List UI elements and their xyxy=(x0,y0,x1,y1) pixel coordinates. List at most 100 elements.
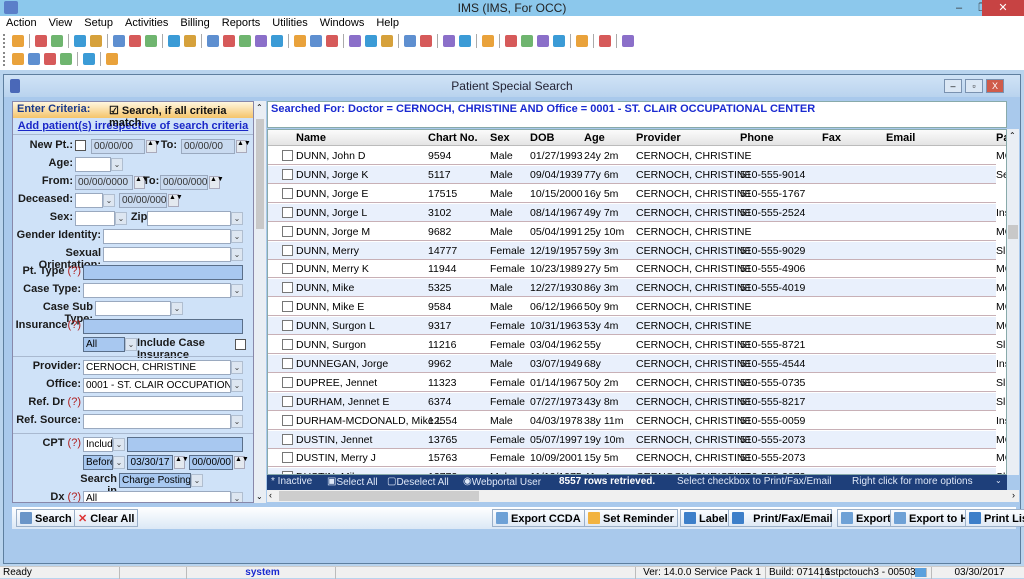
new-pt-from-field[interactable]: 00/00/00 xyxy=(91,139,145,154)
row-checkbox[interactable] xyxy=(282,376,293,388)
grid-hscroll-thumb[interactable] xyxy=(279,491,479,501)
first-record-icon[interactable] xyxy=(12,53,24,65)
print-list-button[interactable]: Print List xyxy=(965,509,1024,527)
insurance-help-icon[interactable]: (?) xyxy=(68,319,81,331)
sexual-orientation-select[interactable] xyxy=(103,247,231,262)
column-header-fax[interactable]: Fax xyxy=(822,132,841,144)
table-row[interactable]: DUSTIN, Jennet 13765 Female 05/07/1997 19y 1… xyxy=(268,430,1006,449)
table-row[interactable]: DUNN, Surgon 11216 Female 03/04/1962 55y CERN… xyxy=(268,336,1006,354)
note-edit-icon[interactable] xyxy=(90,35,102,47)
cpt-when-select[interactable]: Before xyxy=(83,455,113,470)
menu-reports[interactable]: Reports xyxy=(216,16,267,30)
row-checkbox[interactable] xyxy=(282,395,293,407)
include-case-insurance-checkbox[interactable] xyxy=(235,339,246,350)
dollar-icon[interactable] xyxy=(207,35,219,47)
export-button[interactable]: Export xyxy=(837,509,895,527)
table-row[interactable]: DUNN, Mike 5325 Male 12/27/1930 86y 3m CERNOC… xyxy=(268,279,1006,298)
row-checkbox[interactable] xyxy=(282,244,293,256)
grid-horizontal-scrollbar[interactable]: ‹ › xyxy=(267,490,1019,502)
zip-select[interactable] xyxy=(147,211,231,226)
row-checkbox[interactable] xyxy=(282,452,293,464)
people-icon[interactable] xyxy=(310,35,322,47)
search-in-select[interactable]: Charge Posting xyxy=(119,473,191,488)
dollar-doc-icon[interactable] xyxy=(223,35,235,47)
row-checkbox[interactable] xyxy=(282,320,293,332)
insurance-field[interactable] xyxy=(83,319,243,334)
office-select[interactable]: 0001 - ST. CLAIR OCCUPATIONAL CENT xyxy=(83,378,231,393)
email-icon[interactable] xyxy=(349,35,361,47)
select-all-button[interactable]: ▣ Select All xyxy=(327,476,378,488)
gender-identity-select[interactable] xyxy=(103,229,231,244)
ref-source-select[interactable] xyxy=(83,414,231,429)
user-check-icon[interactable] xyxy=(51,35,63,47)
table-row[interactable]: DUNNEGAN, Jorge 9962 Male 03/07/1949 68y CERN… xyxy=(268,354,1006,373)
row-checkbox[interactable] xyxy=(282,168,293,180)
table-row[interactable]: DUNN, Merry K 11944 Female 10/23/1989 27y 5m… xyxy=(268,260,1006,279)
table-row[interactable]: DUNN, Jorge L 3102 Male 08/14/1967 49y 7m CER… xyxy=(268,203,1006,222)
menu-view[interactable]: View xyxy=(43,16,79,30)
row-checkbox[interactable] xyxy=(282,225,293,237)
dx-scope-dropdown-icon[interactable]: ⌄ xyxy=(231,492,243,502)
column-header-pa[interactable]: Pa xyxy=(996,132,1006,144)
schedule-icon[interactable] xyxy=(404,35,416,47)
provider-dropdown-icon[interactable]: ⌄ xyxy=(231,361,243,374)
pt-type-help-icon[interactable]: (?) xyxy=(68,265,81,277)
dollar-users-icon[interactable] xyxy=(271,35,283,47)
row-checkbox[interactable] xyxy=(282,414,293,426)
shield-icon[interactable] xyxy=(145,35,157,47)
help-icon[interactable] xyxy=(576,35,588,47)
column-header-age[interactable]: Age xyxy=(584,132,605,144)
column-header-sex[interactable]: Sex xyxy=(490,132,510,144)
case-sub-type-dropdown-icon[interactable]: ⌄ xyxy=(171,302,183,315)
close-button[interactable]: ✕ xyxy=(982,0,1024,16)
export-ccda-button[interactable]: Export CCDA ▼ xyxy=(492,509,599,527)
user-edit-icon[interactable] xyxy=(35,35,47,47)
help-icon[interactable] xyxy=(83,53,95,65)
column-header-provider[interactable]: Provider xyxy=(636,132,681,144)
cpt-date-to-spinner[interactable]: ▲▼ xyxy=(234,456,249,469)
prev-record-icon[interactable] xyxy=(28,53,40,65)
cpt-date-from-field[interactable]: 03/30/17 xyxy=(127,455,173,470)
dx-scope-select[interactable]: All xyxy=(83,491,231,502)
age-to-field[interactable]: 00/00/0000 xyxy=(160,175,208,190)
patient-icon[interactable] xyxy=(12,35,24,47)
pt-type-field[interactable] xyxy=(83,265,243,280)
report-icon[interactable] xyxy=(326,35,338,47)
table-row[interactable]: DUNN, John D 9594 Male 01/27/1993 24y 2m CERN… xyxy=(268,147,1006,165)
grid-vertical-scrollbar[interactable]: ⌃ xyxy=(1007,129,1019,475)
match-all-checkbox[interactable]: ☑ Search, if all criteria match xyxy=(109,104,253,129)
globe-send-icon[interactable] xyxy=(381,35,393,47)
row-checkbox[interactable] xyxy=(282,150,293,161)
case-type-dropdown-icon[interactable]: ⌄ xyxy=(231,284,243,297)
folder-icon[interactable] xyxy=(74,35,86,47)
new-pt-to-spinner[interactable]: ▲▼ xyxy=(236,140,251,153)
window-close-button[interactable]: X xyxy=(986,79,1004,93)
sex-select[interactable] xyxy=(75,211,115,226)
checklist-icon[interactable] xyxy=(537,35,549,47)
column-header-name[interactable]: Name xyxy=(296,132,326,144)
toolbar-grip[interactable] xyxy=(3,52,6,66)
cpt-date-from-spinner[interactable]: ▲▼ xyxy=(174,456,189,469)
menu-action[interactable]: Action xyxy=(0,16,43,30)
sexual-orientation-dropdown-icon[interactable]: ⌄ xyxy=(231,248,243,261)
cpt-help-icon[interactable]: (?) xyxy=(68,437,81,449)
menu-windows[interactable]: Windows xyxy=(314,16,371,30)
notepad-icon[interactable] xyxy=(184,35,196,47)
row-checkbox[interactable] xyxy=(282,339,293,350)
bar-chart-icon[interactable] xyxy=(443,35,455,47)
scroll-right-icon[interactable]: › xyxy=(1012,490,1015,500)
menu-setup[interactable]: Setup xyxy=(78,16,119,30)
table-row[interactable]: DUNN, Jorge K 5117 Male 09/04/1939 77y 6m CER… xyxy=(268,165,1006,184)
dx-help-icon[interactable]: (?) xyxy=(68,491,81,502)
menu-billing[interactable]: Billing xyxy=(174,16,215,30)
lock-icon[interactable] xyxy=(599,35,611,47)
minimize-button[interactable]: – xyxy=(946,0,972,16)
row-checkbox[interactable] xyxy=(282,206,293,218)
age-select[interactable] xyxy=(75,157,111,172)
table-row[interactable]: DUSTIN, Merry J 15763 Female 10/09/2001 15y … xyxy=(268,449,1006,468)
printer-doc-icon[interactable] xyxy=(553,35,565,47)
grid-vscroll-thumb[interactable] xyxy=(1008,225,1018,239)
age-from-field[interactable]: 00/00/0000 xyxy=(75,175,133,190)
new-pt-checkbox[interactable] xyxy=(75,140,86,151)
clipboard-icon[interactable] xyxy=(113,35,125,47)
